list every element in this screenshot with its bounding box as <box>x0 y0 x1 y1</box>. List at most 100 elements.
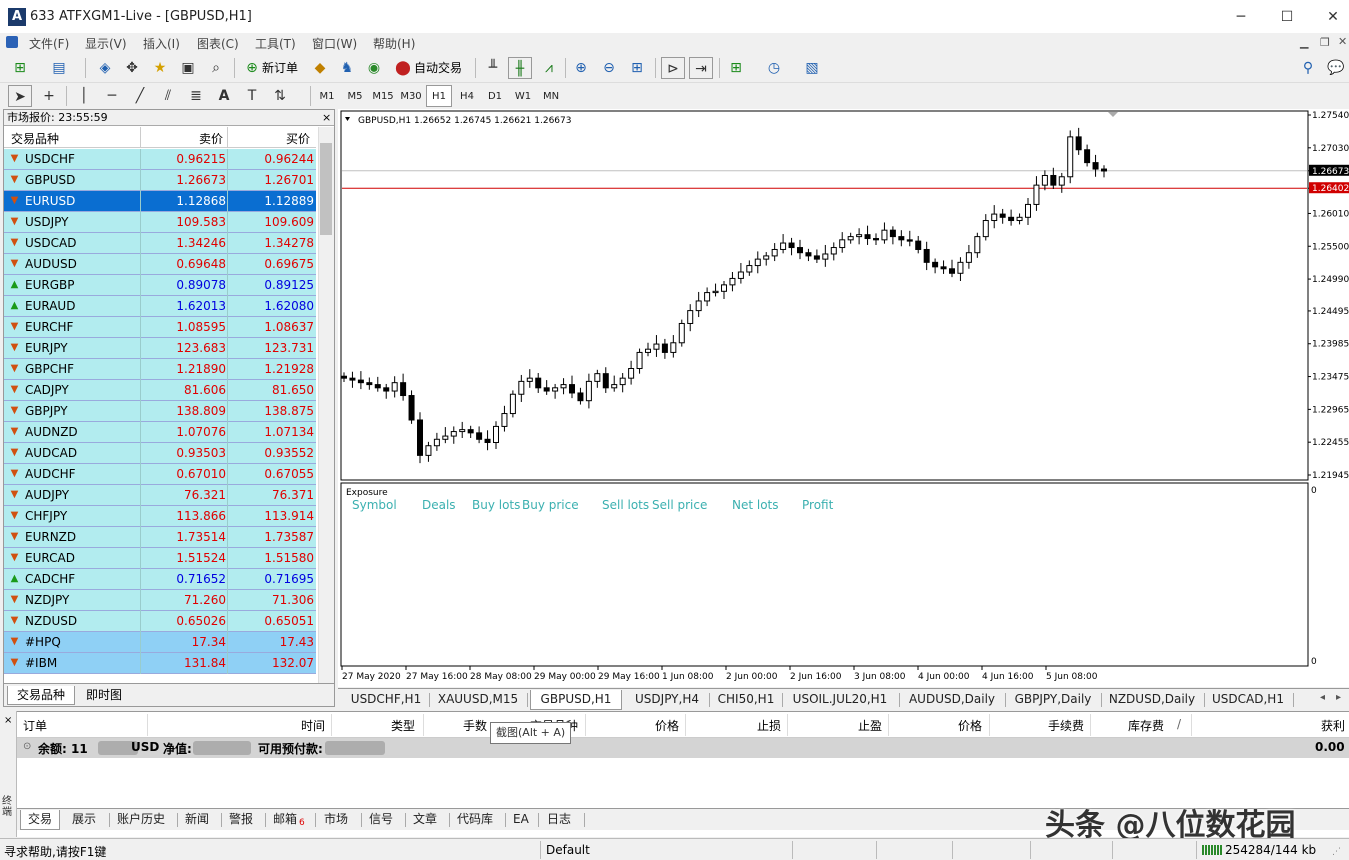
col-take-profit[interactable]: 止盈 <box>858 717 882 734</box>
terminal-close-icon[interactable]: × <box>4 715 12 726</box>
tab-trade[interactable]: 交易 <box>20 810 61 830</box>
tabs-scroll-right-icon[interactable]: ▸ <box>1336 692 1341 703</box>
minimize-button[interactable]: ─ <box>1218 6 1264 28</box>
chart-tab-nzdusd-daily[interactable]: NZDUSD,Daily <box>1103 690 1201 710</box>
trendline-icon[interactable]: ╱ <box>128 85 152 107</box>
connection-status-icon[interactable] <box>1202 845 1222 855</box>
vertical-line-icon[interactable]: │ <box>72 85 96 107</box>
indicators-icon[interactable]: ⊞ <box>724 57 748 79</box>
tab-account-history[interactable]: 账户历史 <box>110 810 172 830</box>
autoscroll-icon[interactable]: ⊳ <box>661 57 685 79</box>
market-watch-row[interactable]: ▼ GBPCHF 1.21890 1.21928 <box>4 359 316 380</box>
tab-alerts[interactable]: 警报 <box>222 810 260 830</box>
candlestick-chart[interactable]: 1.27540 1.27030 1.26673 1.26402 1.26010 1.255… <box>338 109 1349 687</box>
bar-chart-icon[interactable]: ╨ <box>481 57 505 79</box>
tab-articles[interactable]: 文章 <box>406 810 444 830</box>
timeframe-m1[interactable]: M1 <box>314 85 340 107</box>
market-watch-row[interactable]: ▼ NZDJPY 71.260 71.306 <box>4 590 316 611</box>
market-watch-row[interactable]: ▼ EURJPY 123.683 123.731 <box>4 338 316 359</box>
market-watch-row[interactable]: ▼ GBPUSD 1.26673 1.26701 <box>4 170 316 191</box>
fibonacci-icon[interactable]: ≣ <box>184 85 208 107</box>
market-watch-row[interactable]: ▼ NZDUSD 0.65026 0.65051 <box>4 611 316 632</box>
signals-icon[interactable]: ◉ <box>362 57 386 79</box>
chart-tab-audusd-daily[interactable]: AUDUSD,Daily <box>901 690 1003 710</box>
data-window-icon[interactable]: ✥ <box>120 57 144 79</box>
market-watch-row[interactable]: ▲ CADCHF 0.71652 0.71695 <box>4 569 316 590</box>
timeframe-d1[interactable]: D1 <box>482 85 508 107</box>
timeframe-mn[interactable]: MN <box>538 85 564 107</box>
col-lots[interactable]: 手数 <box>463 717 487 734</box>
account-icon[interactable]: ♞ <box>335 57 359 79</box>
candlestick-chart-icon[interactable]: ╫ <box>508 57 532 79</box>
balance-row[interactable]: ⊙ 余额: 11 USD 净值: 可用预付款: 0.00 <box>17 738 1349 758</box>
column-header-symbol[interactable]: 交易品种 <box>11 130 59 147</box>
market-watch-row[interactable]: ▼ AUDUSD 0.69648 0.69675 <box>4 254 316 275</box>
market-watch-row[interactable]: ▼ USDJPY 109.583 109.609 <box>4 212 316 233</box>
col-price[interactable]: 价格 <box>655 717 679 734</box>
chart-window[interactable]: 1.27540 1.27030 1.26673 1.26402 1.26010 1.255… <box>338 109 1349 687</box>
tab-experts[interactable]: EA <box>506 810 536 830</box>
chart-tab-usdcad-h1[interactable]: USDCAD,H1 <box>1206 690 1290 710</box>
menu-file[interactable]: 文件(F) <box>29 35 69 52</box>
navigator-icon[interactable]: ★ <box>148 57 172 79</box>
chart-tab-gbpjpy-daily[interactable]: GBPJPY,Daily <box>1007 690 1099 710</box>
menu-chart[interactable]: 图表(C) <box>197 35 239 52</box>
close-button[interactable]: ✕ <box>1310 6 1349 28</box>
market-watch-scroll-thumb[interactable] <box>320 143 332 235</box>
market-watch-row[interactable]: ▼ GBPJPY 138.809 138.875 <box>4 401 316 422</box>
tile-windows-icon[interactable]: ⊞ <box>625 57 649 79</box>
new-chart-icon[interactable]: ⊞ <box>8 57 32 79</box>
text-label-icon[interactable]: T <box>240 85 264 107</box>
market-watch-row[interactable]: ▼ #IBM 131.84 132.07 <box>4 653 316 674</box>
timeframe-h1[interactable]: H1 <box>426 85 452 107</box>
line-chart-icon[interactable]: ⩘ <box>537 57 561 79</box>
profiles-icon[interactable]: ▤ <box>47 57 71 79</box>
arrows-icon[interactable]: ⇅ <box>268 85 292 107</box>
new-order-button[interactable]: 新订单 <box>262 57 298 79</box>
timeframe-m30[interactable]: M30 <box>398 85 424 107</box>
col-profit[interactable]: 获利 <box>1321 717 1345 734</box>
timeframe-w1[interactable]: W1 <box>510 85 536 107</box>
mdi-restore-icon[interactable]: ❐ <box>1320 36 1330 49</box>
chart-shift-icon[interactable]: ⇥ <box>689 57 713 79</box>
new-order-icon[interactable]: ⊕ <box>240 57 264 79</box>
mdi-minimize-icon[interactable]: ▁ <box>1300 36 1308 49</box>
market-watch-row[interactable]: ▼ AUDCHF 0.67010 0.67055 <box>4 464 316 485</box>
maximize-button[interactable]: ☐ <box>1264 6 1310 28</box>
column-header-ask[interactable]: 买价 <box>286 130 310 147</box>
horizontal-line-icon[interactable]: ─ <box>100 85 124 107</box>
market-watch-row[interactable]: ▲ EURAUD 1.62013 1.62080 <box>4 296 316 317</box>
tab-symbols[interactable]: 交易品种 <box>7 686 76 705</box>
market-watch-icon[interactable]: ◈ <box>93 57 117 79</box>
auto-trading-icon[interactable]: ⬤ <box>391 57 415 79</box>
timeframe-m5[interactable]: M5 <box>342 85 368 107</box>
market-watch-row[interactable]: ▼ CHFJPY 113.866 113.914 <box>4 506 316 527</box>
zoom-in-icon[interactable]: ⊕ <box>569 57 593 79</box>
tab-journal[interactable]: 日志 <box>540 810 578 830</box>
market-watch-row[interactable]: ▼ AUDJPY 76.321 76.371 <box>4 485 316 506</box>
menu-view[interactable]: 显示(V) <box>85 35 127 52</box>
col-commission[interactable]: 手续费 <box>1048 717 1084 734</box>
tab-code-base[interactable]: 代码库 <box>450 810 500 830</box>
menu-window[interactable]: 窗口(W) <box>312 35 357 52</box>
tab-market[interactable]: 市场 <box>317 810 355 830</box>
market-watch-row[interactable]: ▼ EURCAD 1.51524 1.51580 <box>4 548 316 569</box>
chart-tab-usdjpy-h4[interactable]: USDJPY,H4 <box>625 690 709 710</box>
market-watch-row[interactable]: ▼ CADJPY 81.606 81.650 <box>4 380 316 401</box>
col-order[interactable]: 订单 <box>23 717 47 734</box>
menu-insert[interactable]: 插入(I) <box>143 35 180 52</box>
chart-tab-xauusd-m15[interactable]: XAUUSD,M15 <box>431 690 525 710</box>
search-icon[interactable]: ⚲ <box>1296 57 1320 79</box>
menu-help[interactable]: 帮助(H) <box>373 35 415 52</box>
tester-icon[interactable]: ⌕ <box>204 57 228 79</box>
market-watch-row[interactable]: ▼ EURNZD 1.73514 1.73587 <box>4 527 316 548</box>
col-stop-loss[interactable]: 止损 <box>757 717 781 734</box>
market-watch-row[interactable]: ▼ AUDNZD 1.07076 1.07134 <box>4 422 316 443</box>
equidistant-channel-icon[interactable]: ⫽ <box>156 85 180 107</box>
market-watch-row[interactable]: ▼ USDCHF 0.96215 0.96244 <box>4 149 316 170</box>
tab-tick-chart[interactable]: 即时图 <box>77 686 131 705</box>
col-time[interactable]: 时间 <box>301 717 325 734</box>
market-watch-row[interactable]: ▼ EURUSD 1.12868 1.12889 <box>4 191 316 212</box>
metaeditor-icon[interactable]: ◆ <box>308 57 332 79</box>
chart-tab-gbpusd-h1[interactable]: GBPUSD,H1 <box>530 690 622 710</box>
